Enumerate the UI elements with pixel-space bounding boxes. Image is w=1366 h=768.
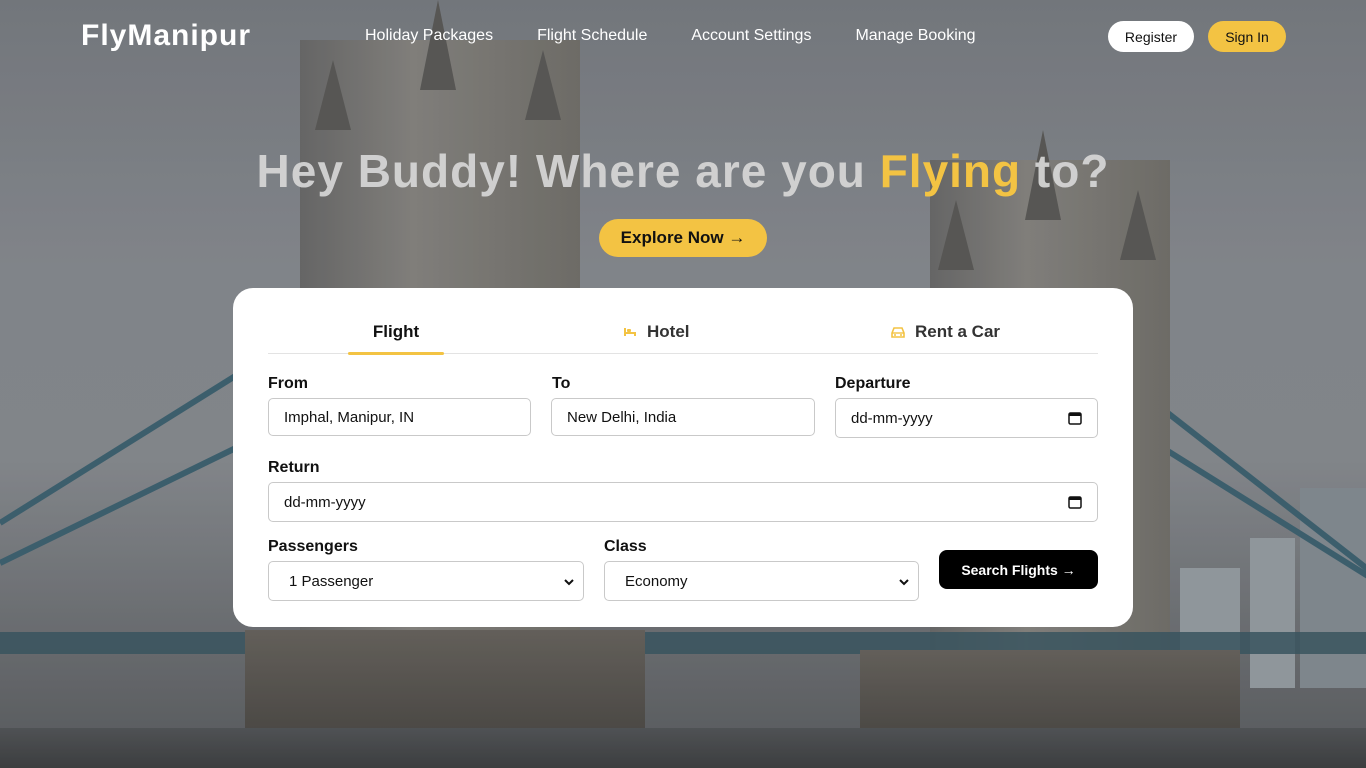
return-date-input[interactable]: dd-mm-yyyy	[268, 482, 1098, 522]
hero-title-end: to?	[1021, 145, 1110, 197]
nav-holiday-packages[interactable]: Holiday Packages	[365, 27, 493, 45]
class-value: Economy	[625, 572, 688, 590]
site-logo[interactable]: FlyManipur	[81, 19, 251, 53]
from-input[interactable]: Imphal, Manipur, IN	[268, 398, 531, 436]
tab-flight-label: Flight	[372, 322, 420, 341]
passengers-value: 1 Passenger	[289, 572, 374, 590]
chevron-down-icon	[563, 575, 575, 587]
hero-title-highlight: Flying	[879, 145, 1022, 197]
passengers-label: Passengers	[268, 538, 358, 555]
nav-flight-schedule[interactable]: Flight Schedule	[537, 27, 647, 45]
tab-hotel[interactable]: Hotel	[623, 310, 690, 354]
departure-value: dd-mm-yyyy	[851, 409, 933, 427]
nav-manage-booking[interactable]: Manage Booking	[855, 27, 975, 45]
calendar-icon[interactable]	[1068, 495, 1082, 509]
car-icon	[891, 325, 905, 339]
to-label: To	[552, 375, 571, 392]
site-header: FlyManipur Holiday Packages Flight Sched…	[0, 0, 1366, 72]
calendar-icon[interactable]	[1068, 411, 1082, 425]
hero-title-start: Hey Buddy! Where are you	[256, 145, 880, 197]
booking-card: Flight Hotel Rent a Car From Imphal, Man…	[233, 288, 1133, 627]
to-input[interactable]: New Delhi, India	[551, 398, 815, 436]
tab-rent-a-car[interactable]: Rent a Car	[891, 310, 1000, 354]
hero-title: Hey Buddy! Where are you Flying to?	[0, 144, 1366, 198]
tab-rent-a-car-label: Rent a Car	[915, 322, 1001, 341]
booking-tabs: Flight Hotel Rent a Car	[268, 310, 1098, 355]
tab-flight[interactable]: Flight	[348, 310, 444, 355]
register-button[interactable]: Register	[1108, 21, 1194, 52]
nav-account-settings[interactable]: Account Settings	[691, 27, 811, 45]
from-label: From	[268, 375, 308, 392]
departure-label: Departure	[835, 375, 911, 392]
passengers-select[interactable]: 1 Passenger	[268, 561, 584, 601]
bed-icon	[623, 325, 637, 339]
class-label: Class	[604, 538, 647, 555]
sign-in-button[interactable]: Sign In	[1208, 21, 1286, 52]
search-flights-button[interactable]: Search Flights →	[939, 550, 1098, 589]
chevron-down-icon	[898, 575, 910, 587]
tab-hotel-label: Hotel	[647, 322, 690, 341]
explore-now-button[interactable]: Explore Now →	[599, 219, 767, 257]
class-select[interactable]: Economy	[604, 561, 919, 601]
from-value: Imphal, Manipur, IN	[284, 408, 415, 426]
return-value: dd-mm-yyyy	[284, 493, 366, 511]
main-nav: Holiday Packages Flight Schedule Account…	[365, 27, 976, 45]
return-label: Return	[268, 459, 320, 476]
departure-date-input[interactable]: dd-mm-yyyy	[835, 398, 1098, 438]
to-value: New Delhi, India	[567, 408, 677, 426]
